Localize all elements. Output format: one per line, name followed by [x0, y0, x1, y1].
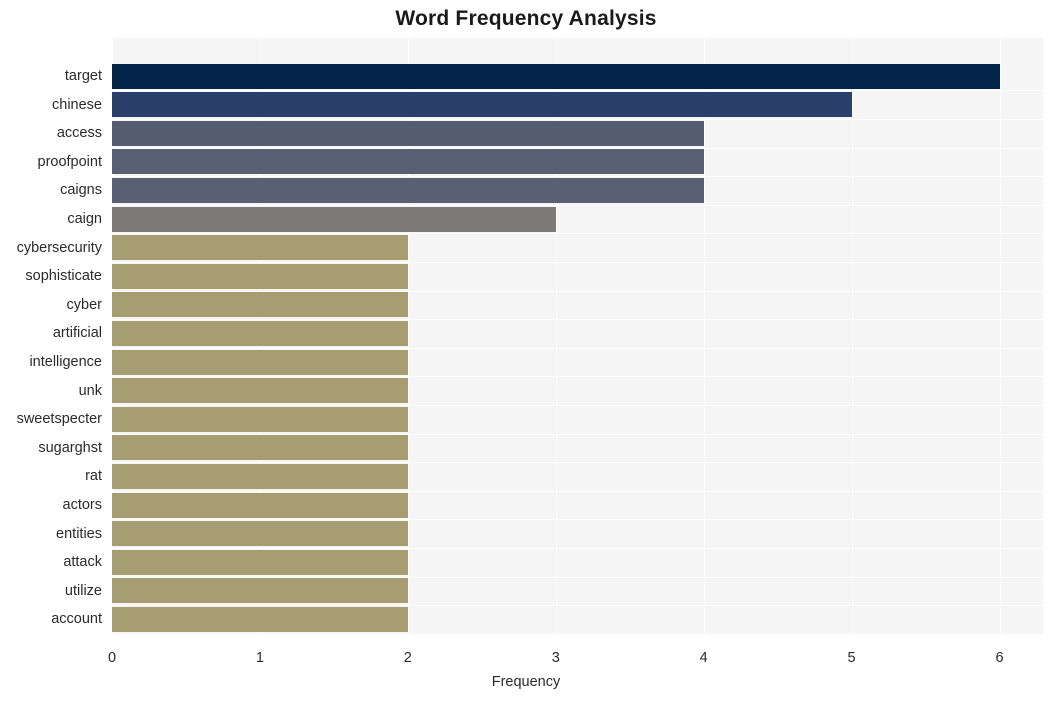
x-axis-tick-label: 4 [699, 650, 708, 666]
bar [112, 378, 408, 404]
y-axis-tick-label: entities [56, 525, 102, 542]
y-axis-tick-label: caigns [60, 182, 102, 199]
x-axis-tick-label: 1 [255, 650, 264, 666]
horizontal-gridline [112, 605, 1043, 606]
y-axis-tick-label: cyber [66, 296, 102, 313]
bar [112, 435, 408, 461]
vertical-gridline [999, 38, 1001, 634]
y-axis-tick-label: actors [62, 497, 103, 513]
plot-area [112, 38, 1043, 634]
y-axis-tick-label: unk [78, 382, 102, 399]
word-frequency-chart: Word Frequency Analysis target chinese acc… [0, 0, 1052, 701]
x-axis-tick-label: 6 [995, 650, 1004, 666]
y-axis-tick-label: target [64, 68, 102, 84]
bar [112, 406, 408, 432]
horizontal-gridline [112, 176, 1043, 177]
y-axis-tick-label: chinese [52, 96, 102, 113]
bar [112, 549, 408, 575]
bar [112, 263, 408, 289]
y-axis-tick-label: sophisticate [25, 268, 102, 285]
bar [112, 320, 408, 346]
x-axis-tick-label: 2 [403, 650, 412, 666]
horizontal-gridline [112, 376, 1043, 377]
bar [112, 149, 704, 175]
y-axis-tick-label: rat [85, 468, 102, 485]
horizontal-gridline [112, 233, 1043, 234]
y-axis-tick-label: attack [63, 554, 102, 571]
bar [112, 120, 704, 146]
y-axis-tick-label: sugarghst [38, 439, 102, 456]
y-axis-tick-label: artificial [52, 325, 102, 342]
bar [112, 521, 408, 547]
y-axis-tick-label: sweetspecter [16, 411, 102, 428]
bar [112, 578, 408, 604]
horizontal-gridline [112, 462, 1043, 463]
bar [112, 463, 408, 489]
bar [112, 206, 556, 232]
bar [112, 292, 408, 318]
bar [112, 235, 408, 261]
y-axis-tick-label: caign [67, 211, 102, 227]
bar [112, 63, 1000, 89]
chart-title: Word Frequency Analysis [395, 7, 657, 30]
y-axis-tick-label: proofpoint [37, 153, 103, 170]
y-axis-tick-label: account [51, 611, 102, 628]
x-axis-tick-label: 0 [107, 650, 117, 666]
bar [112, 349, 408, 375]
horizontal-gridline [112, 519, 1043, 520]
y-axis-tick-label: intelligence [29, 354, 102, 370]
bar [112, 492, 408, 518]
bar [112, 606, 408, 632]
y-axis-tick-label: utilize [64, 582, 102, 599]
bar [112, 177, 704, 203]
vertical-gridline [703, 38, 705, 634]
y-axis-tick-label: cybersecurity [16, 239, 102, 256]
x-axis-tick-label: 3 [551, 650, 560, 666]
horizontal-gridline [112, 319, 1043, 320]
x-axis-title: Frequency [491, 674, 561, 690]
horizontal-gridline [112, 90, 1043, 91]
bar [112, 92, 852, 118]
x-axis-tick-label: 5 [847, 650, 856, 666]
vertical-gridline [851, 38, 853, 634]
y-axis-tick-label: access [56, 125, 102, 142]
